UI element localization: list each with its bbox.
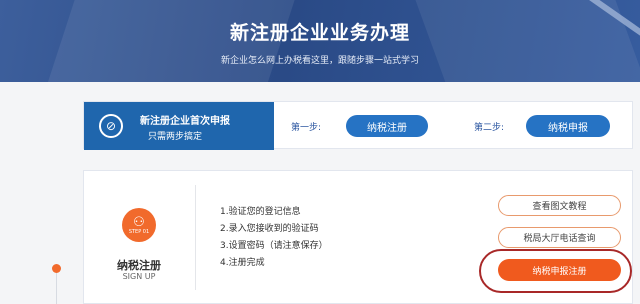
banner-subtitle: 新企业怎么网上办税看这里，跟随步骤一站式学习	[220, 56, 419, 66]
banner-title: 新注册企业业务办理	[229, 22, 410, 44]
step2-label: 第二步:	[474, 123, 505, 133]
timeline-dot	[52, 264, 61, 273]
timeline-line	[56, 268, 57, 304]
step-badge: ⚇ STEP 01	[122, 208, 156, 242]
hero-banner: 新注册企业业务办理 新企业怎么网上办税看这里，跟随步骤一站式学习	[0, 0, 640, 82]
list-item: 1.验证您的登记信息	[220, 207, 301, 217]
compass-icon: ⊘	[99, 114, 123, 138]
list-item: 3.设置密码（请注意保存）	[220, 241, 328, 251]
steps-lead-title: 新注册企业首次申报	[140, 116, 230, 127]
user-icon: ⚇	[133, 214, 145, 230]
step1-label: 第一步:	[291, 123, 322, 133]
step-badge-label: STEP 01	[128, 228, 150, 235]
step2-button[interactable]: 纳税申报	[526, 115, 610, 137]
tax-registration-card: ⚇ STEP 01 纳税注册 SIGN UP 1.验证您的登记信息 2.录入您接…	[83, 170, 633, 304]
page: 新注册企业业务办理 新企业怎么网上办税看这里，跟随步骤一站式学习 ⊘ 新注册企业…	[0, 0, 640, 304]
steps-lead-panel: ⊘ 新注册企业首次申报 只需两步搞定	[84, 102, 274, 150]
steps-list: 1.验证您的登记信息 2.录入您接收到的验证码 3.设置密码（请注意保存） 4.…	[220, 204, 328, 272]
steps-lead-subtitle: 只需两步搞定	[148, 132, 203, 142]
phone-lookup-button[interactable]: 税局大厅电话查询	[498, 227, 621, 248]
divider	[195, 185, 196, 290]
registration-steps-bar: ⊘ 新注册企业首次申报 只需两步搞定 第一步: 纳税注册 第二步: 纳税申报	[83, 101, 633, 150]
list-item: 4.注册完成	[220, 258, 265, 268]
list-item: 2.录入您接收到的验证码	[220, 224, 319, 234]
tax-register-button[interactable]: 纳税申报注册	[498, 259, 621, 281]
card-title: 纳税注册	[117, 259, 161, 272]
view-tutorial-button[interactable]: 查看图文教程	[498, 195, 621, 216]
card-title-en: SIGN UP	[122, 272, 156, 281]
step1-button[interactable]: 纳税注册	[346, 115, 428, 137]
